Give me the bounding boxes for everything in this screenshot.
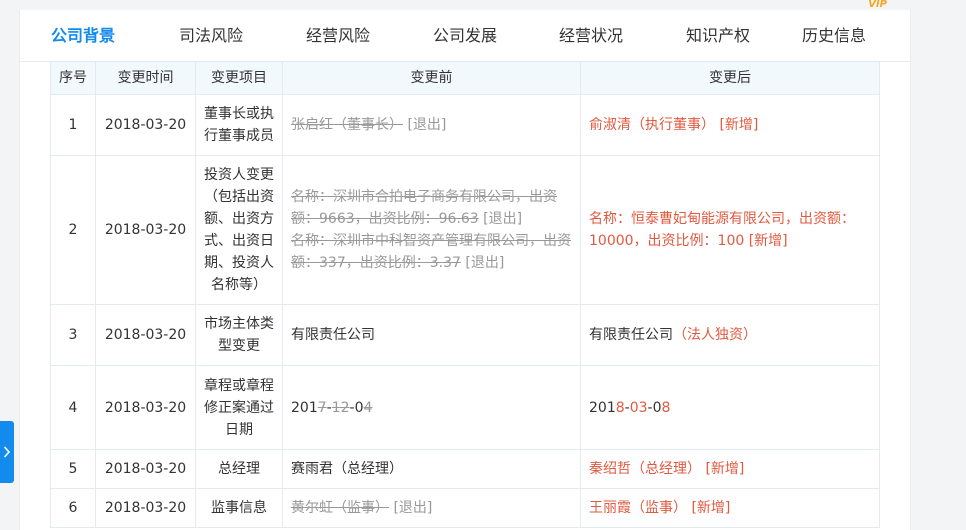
- tab-label: 公司发展: [433, 26, 498, 45]
- after-segment: 有限责任公司: [589, 327, 673, 343]
- after-segment: 8: [661, 399, 671, 416]
- cell-after: 名称：恒泰曹妃甸能源有限公司，出资额：10000，出资比例：100 [新增]: [580, 155, 880, 305]
- after-entry: 有限责任公司（法人独资）: [589, 324, 871, 346]
- after-entry: 秦绍哲（总经理） [新增]: [589, 458, 871, 480]
- tab-label: 经营风险: [306, 26, 371, 45]
- before-segment: 4: [363, 399, 373, 416]
- after-segment: 王丽霞（监事）: [589, 500, 687, 516]
- tab-company-background[interactable]: 公司背景: [51, 10, 115, 61]
- after-entry: 俞淑清（执行董事） [新增]: [589, 114, 871, 136]
- cell-date: 2018-03-20: [95, 449, 196, 489]
- cell-no: 2: [50, 155, 96, 305]
- after-segment: 03: [629, 399, 648, 416]
- col-header-before: 变更前: [282, 61, 581, 95]
- tab-label: 知识产权: [686, 26, 751, 45]
- cell-no: 3: [50, 304, 96, 366]
- table-header-row: 序号 变更时间 变更项目 变更前 变更后: [50, 61, 880, 95]
- tab-operating-status[interactable]: 经营状况: [559, 10, 623, 61]
- table-row: 4 2018-03-20 章程或章程修正案通过日期 2017-12-04 2018-03…: [50, 365, 880, 450]
- col-header-after: 变更后: [580, 61, 880, 95]
- before-segment: [退出]: [478, 211, 523, 227]
- cell-no: 4: [50, 365, 96, 450]
- before-segment: -0: [349, 399, 364, 416]
- cell-date: 2018-03-20: [95, 155, 196, 305]
- table-row: 1 2018-03-20 董事长或执行董事成员 张启红（董事长） [退出] 俞淑清（执行…: [50, 94, 880, 156]
- after-entry: 王丽霞（监事） [新增]: [589, 497, 871, 519]
- before-segment: 12: [331, 399, 350, 416]
- before-entry: 名称：深圳市合拍电子商务有限公司，出资额：9663，出资比例：96.63 [退出…: [291, 186, 572, 230]
- table-row: 2 2018-03-20 投资人变更（包括出资额、出资方式、出资日期、投资人名称等）…: [50, 155, 880, 305]
- tab-operating-risk[interactable]: 经营风险: [306, 10, 370, 61]
- before-segment: [退出]: [389, 500, 433, 516]
- after-segment: 名称：恒泰曹妃甸能源有限公司，出资额：10000，出资比例：100: [589, 211, 855, 249]
- after-segment: 俞淑清（执行董事）: [589, 117, 715, 133]
- cell-date: 2018-03-20: [95, 365, 196, 450]
- cell-item: 董事长或执行董事成员: [195, 94, 283, 156]
- tab-company-development[interactable]: 公司发展: [433, 10, 497, 61]
- before-segment: [退出]: [460, 255, 505, 271]
- section-tabs: 公司背景 司法风险 经营风险 公司发展 经营状况 知识产权 历史信息 VIP: [20, 0, 910, 62]
- cell-before: 张启红（董事长） [退出]: [282, 94, 581, 156]
- before-segment: 黄尔虹（监事）: [291, 500, 389, 516]
- col-header-item: 变更项目: [195, 61, 283, 95]
- cell-no: 5: [50, 449, 96, 489]
- cell-after: 2018-03-08: [580, 365, 880, 450]
- side-expand-tab[interactable]: [0, 421, 14, 483]
- table-body: 1 2018-03-20 董事长或执行董事成员 张启红（董事长） [退出] 俞淑清（执行…: [50, 94, 880, 528]
- cell-item: 投资人变更（包括出资额、出资方式、出资日期、投资人名称等）: [195, 155, 283, 305]
- cell-item: 市场主体类型变更: [195, 304, 283, 366]
- after-segment: 秦绍哲（总经理）: [589, 461, 701, 477]
- before-entry: 名称：深圳市中科智资产管理有限公司，出资额：337，出资比例：3.37 [退出]: [291, 230, 572, 274]
- cell-date: 2018-03-20: [95, 304, 196, 366]
- cell-item: 总经理: [195, 449, 283, 489]
- cell-before: 有限责任公司: [282, 304, 581, 366]
- before-segment: 张启红（董事长）: [291, 117, 403, 133]
- before-segment: 201: [291, 399, 318, 416]
- before-segment: 名称：深圳市中科智资产管理有限公司，出资额：337，出资比例：3.37: [291, 233, 571, 271]
- after-segment: [新增]: [715, 117, 759, 133]
- tab-intellectual-property[interactable]: 知识产权: [686, 10, 750, 61]
- after-entry: 2018-03-08: [589, 397, 871, 419]
- after-segment: [新增]: [744, 233, 788, 249]
- cell-date: 2018-03-20: [95, 94, 196, 156]
- before-entry: 张启红（董事长） [退出]: [291, 114, 572, 136]
- cell-no: 1: [50, 94, 96, 156]
- before-segment: 7: [317, 399, 327, 416]
- col-header-date: 变更时间: [95, 61, 196, 95]
- after-segment: [新增]: [701, 461, 745, 477]
- before-entry: 有限责任公司: [291, 324, 572, 346]
- after-segment: 8: [615, 399, 625, 416]
- before-segment: 有限责任公司: [291, 327, 375, 343]
- tab-history-info[interactable]: 历史信息 VIP: [802, 0, 887, 61]
- table-row: 5 2018-03-20 总经理 赛雨君（总经理） 秦绍哲（总经理） [新增]: [50, 449, 880, 489]
- after-segment: -0: [647, 399, 662, 416]
- tab-label: 经营状况: [559, 26, 624, 45]
- cell-after: 秦绍哲（总经理） [新增]: [580, 449, 880, 489]
- before-entry: 2017-12-04: [291, 397, 572, 419]
- content-panel: 公司背景 司法风险 经营风险 公司发展 经营状况 知识产权 历史信息 VIP 序…: [19, 0, 911, 530]
- cell-before: 名称：深圳市合拍电子商务有限公司，出资额：9663，出资比例：96.63 [退出…: [282, 155, 581, 305]
- before-entry: 赛雨君（总经理）: [291, 458, 572, 480]
- cell-after: 有限责任公司（法人独资）: [580, 304, 880, 366]
- vip-badge: VIP: [868, 0, 888, 10]
- tab-label: 历史信息: [802, 26, 867, 45]
- after-segment: 201: [589, 399, 616, 416]
- col-header-no: 序号: [50, 61, 96, 95]
- cell-before: 赛雨君（总经理）: [282, 449, 581, 489]
- change-record-table: 序号 变更时间 变更项目 变更前 变更后 1 2018-03-20 董事长或执行董事…: [50, 61, 880, 528]
- tab-label: 公司背景: [51, 26, 116, 45]
- tab-judicial-risk[interactable]: 司法风险: [179, 10, 243, 61]
- chevron-right-icon: [3, 446, 11, 458]
- cell-before: 2017-12-04: [282, 365, 581, 450]
- cell-item: 章程或章程修正案通过日期: [195, 365, 283, 450]
- table-row: 3 2018-03-20 市场主体类型变更 有限责任公司 有限责任公司（法人独资）: [50, 304, 880, 366]
- cell-after: 俞淑清（执行董事） [新增]: [580, 94, 880, 156]
- before-entry: 黄尔虹（监事） [退出]: [291, 497, 572, 519]
- after-segment: （法人独资）: [673, 327, 757, 343]
- after-entry: 名称：恒泰曹妃甸能源有限公司，出资额：10000，出资比例：100 [新增]: [589, 208, 871, 252]
- after-segment: [新增]: [687, 500, 731, 516]
- tab-label: 司法风险: [179, 26, 244, 45]
- before-segment: [退出]: [403, 117, 447, 133]
- before-segment: 赛雨君（总经理）: [291, 461, 403, 477]
